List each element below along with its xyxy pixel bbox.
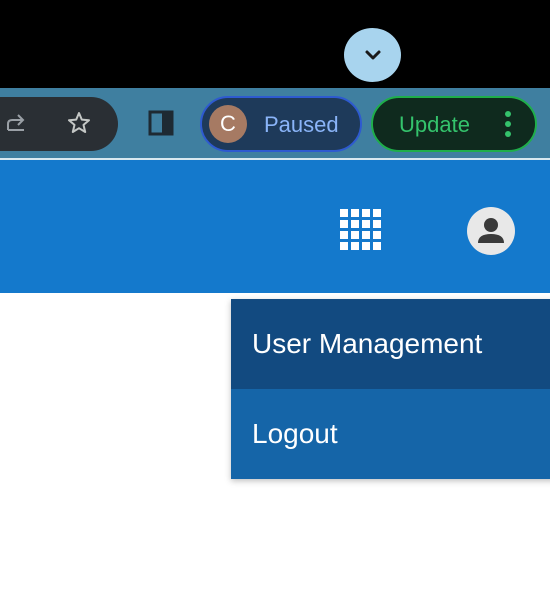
profile-avatar: C [209, 105, 247, 143]
menu-item-label: User Management [252, 328, 483, 359]
menu-item-logout[interactable]: Logout [231, 389, 550, 479]
profile-button[interactable]: C Paused [200, 96, 362, 152]
profile-status-label: Paused [264, 112, 339, 137]
menu-item-user-management[interactable]: User Management [231, 299, 550, 389]
user-menu: User Management Logout [231, 299, 550, 479]
tab-search-button[interactable] [344, 28, 401, 82]
chevron-down-icon [365, 50, 380, 60]
update-label: Update [399, 112, 470, 137]
account-circle-icon[interactable] [467, 207, 515, 255]
side-panel-icon[interactable] [148, 110, 174, 136]
menu-item-label: Logout [252, 418, 338, 449]
update-button[interactable]: Update [371, 96, 537, 152]
share-icon[interactable] [4, 110, 30, 136]
browser-tab-strip [0, 0, 550, 88]
browser-toolbar: C Paused Update [0, 88, 550, 160]
app-header [0, 160, 550, 293]
screen: C Paused Update User Management Logout [0, 0, 550, 616]
more-vert-icon[interactable] [503, 110, 513, 138]
apps-grid-icon[interactable] [340, 209, 381, 250]
omnibox[interactable] [0, 97, 118, 151]
star-icon[interactable] [66, 110, 92, 136]
